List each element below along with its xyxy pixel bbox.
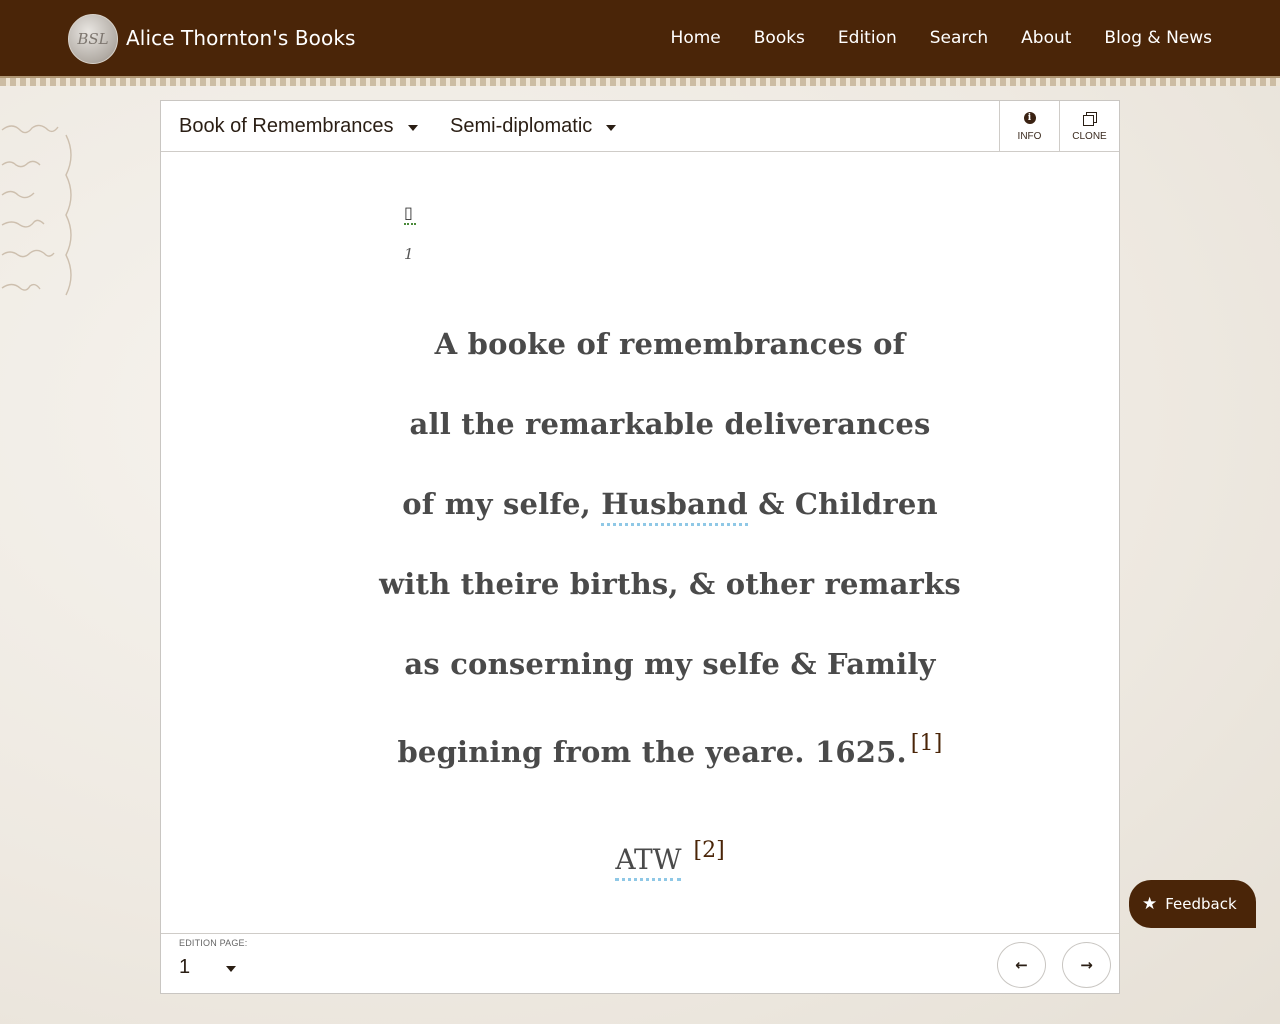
chevron-down-icon: [226, 965, 237, 972]
footnote-link-2[interactable]: [2]: [693, 838, 724, 863]
manuscript-page-number: 1: [404, 245, 414, 263]
page-break-marker[interactable]: ▯: [404, 203, 416, 225]
clone-button[interactable]: CLONE: [1059, 101, 1119, 152]
info-icon: i: [1023, 111, 1036, 124]
text-line-3: of my selfe, Husband & Children: [161, 487, 1179, 526]
signature-line: ATW [2]: [161, 838, 1179, 881]
star-icon: ★: [1142, 894, 1158, 914]
view-mode-label: Semi-diplomatic: [450, 115, 593, 137]
edition-viewer-panel: Book of Remembrances Semi-diplomatic i I…: [160, 100, 1120, 994]
nav-blog-news[interactable]: Blog & News: [1104, 28, 1212, 48]
footnote-link-1[interactable]: [1]: [911, 731, 943, 756]
header-decorative-border: [0, 76, 1280, 86]
site-header: BSL Alice Thornton's Books Home Books Ed…: [0, 0, 1280, 76]
site-title[interactable]: Alice Thornton's Books: [126, 26, 356, 50]
text-line-3a: of my selfe,: [402, 487, 591, 521]
site-logo[interactable]: BSL: [68, 14, 118, 64]
arrow-left-icon: ←: [1015, 956, 1028, 974]
chevron-down-icon: [407, 124, 418, 131]
nav-search[interactable]: Search: [930, 28, 988, 48]
clone-icon: [1083, 111, 1097, 126]
edition-page-value: 1: [179, 956, 191, 978]
text-line-4: with theire births, & other remarks: [379, 567, 961, 601]
viewer-footer: EDITION PAGE: 1 ← →: [161, 933, 1119, 993]
annotated-term-husband[interactable]: Husband: [601, 487, 748, 526]
nav-edition[interactable]: Edition: [838, 28, 897, 48]
info-button-label: INFO: [1017, 130, 1042, 142]
next-page-button[interactable]: →: [1062, 942, 1111, 988]
annotated-signature-atw[interactable]: ATW: [615, 843, 682, 881]
logo-text: BSL: [77, 30, 109, 48]
text-line-1: A booke of remembrances of: [434, 327, 906, 361]
edition-page-select[interactable]: 1: [179, 956, 237, 979]
transcription-content: ▯ 1 A booke of remembrances of all the r…: [161, 153, 1119, 933]
view-mode-dropdown[interactable]: Semi-diplomatic: [450, 115, 617, 138]
arrow-right-icon: →: [1080, 956, 1093, 974]
feedback-label: Feedback: [1165, 895, 1237, 913]
chevron-down-icon: [606, 124, 617, 131]
text-line-5: as conserning my selfe & Family: [404, 647, 936, 681]
previous-page-button[interactable]: ←: [997, 942, 1046, 988]
feedback-button[interactable]: ★ Feedback: [1129, 880, 1256, 928]
viewer-toolbar: Book of Remembrances Semi-diplomatic i I…: [161, 101, 1119, 152]
text-line-6-text: begining from the yeare. 1625.: [397, 735, 907, 769]
book-select-label: Book of Remembrances: [179, 115, 394, 137]
nav-books[interactable]: Books: [754, 28, 805, 48]
info-button[interactable]: i INFO: [999, 101, 1059, 152]
book-select-dropdown[interactable]: Book of Remembrances: [179, 115, 418, 138]
clone-button-label: CLONE: [1072, 130, 1107, 142]
edition-page-label: EDITION PAGE:: [179, 938, 248, 948]
text-line-6: begining from the yeare. 1625. [1]: [161, 731, 1179, 769]
nav-about[interactable]: About: [1021, 28, 1071, 48]
nav-home[interactable]: Home: [671, 28, 721, 48]
main-nav: Home Books Edition Search About Blog & N…: [638, 28, 1212, 48]
text-line-3b: & Children: [758, 487, 938, 521]
text-line-2: all the remarkable deliverances: [409, 407, 931, 441]
manuscript-scrawl-decoration: [1, 124, 72, 296]
